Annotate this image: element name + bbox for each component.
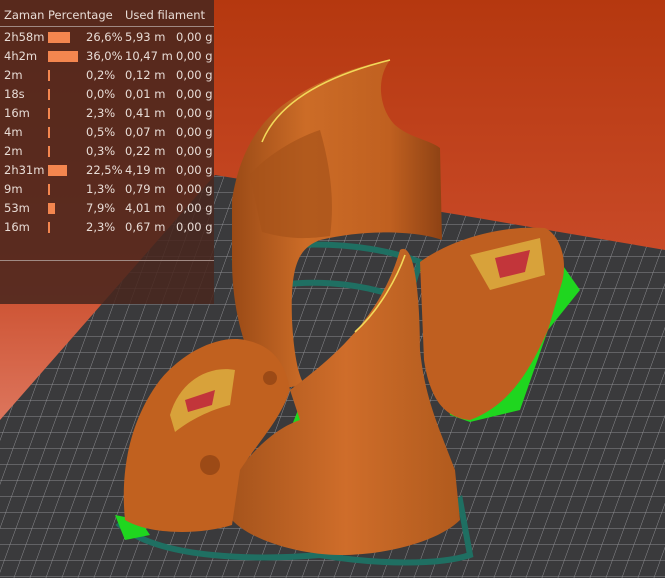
row-weight: 0,00 g — [176, 220, 213, 234]
row-percentage: 7,9% — [86, 201, 116, 215]
row-weight: 0,00 g — [176, 182, 213, 196]
row-weight: 0,00 g — [176, 163, 213, 177]
legend-row: 2m 0,3% 0,22 m 0,00 g — [0, 142, 214, 161]
row-percentage: 36,0% — [86, 49, 123, 63]
row-percentage-bar — [48, 51, 78, 62]
row-time: 2h31m — [4, 163, 45, 177]
row-weight: 0,00 g — [176, 201, 213, 215]
row-length: 0,07 m — [125, 125, 166, 139]
row-percentage-bar — [48, 222, 50, 233]
legend-row: 18s 0,0% 0,01 m 0,00 g — [0, 85, 214, 104]
row-percentage: 26,6% — [86, 30, 123, 44]
row-percentage: 22,5% — [86, 163, 123, 177]
row-length: 0,67 m — [125, 220, 166, 234]
row-percentage: 0,3% — [86, 144, 116, 158]
row-weight: 0,00 g — [176, 125, 213, 139]
row-time: 2m — [4, 68, 23, 82]
header-used-filament: Used filament — [125, 8, 206, 22]
legend-row: 2m 0,2% 0,12 m 0,00 g — [0, 66, 214, 85]
row-time: 9m — [4, 182, 23, 196]
row-time: 2m — [4, 144, 23, 158]
row-length: 5,93 m — [125, 30, 166, 44]
row-percentage-bar — [48, 203, 55, 214]
row-percentage: 1,3% — [86, 182, 116, 196]
row-percentage: 0,2% — [86, 68, 116, 82]
row-percentage-bar — [48, 108, 50, 119]
header-percentage: Percentage — [48, 8, 113, 22]
row-weight: 0,00 g — [176, 144, 213, 158]
legend-row: 4m 0,5% 0,07 m 0,00 g — [0, 123, 214, 142]
row-length: 4,19 m — [125, 163, 166, 177]
model-detail — [263, 371, 277, 385]
row-time: 4m — [4, 125, 23, 139]
row-percentage: 0,0% — [86, 87, 116, 101]
legend-row: 2h31m 22,5% 4,19 m 0,00 g — [0, 161, 214, 180]
legend-row: 9m 1,3% 0,79 m 0,00 g — [0, 180, 214, 199]
row-percentage: 2,3% — [86, 220, 116, 234]
row-time: 16m — [4, 220, 30, 234]
legend-rows: 2h58m 26,6% 5,93 m 0,00 g 4h2m 36,0% 10,47 m 0,… — [0, 28, 214, 237]
header-time: Zaman — [4, 8, 45, 22]
row-length: 0,41 m — [125, 106, 166, 120]
legend-row: 4h2m 36,0% 10,47 m 0,00 g — [0, 47, 214, 66]
row-length: 0,12 m — [125, 68, 166, 82]
legend-header: Zaman Percentage Used filament — [0, 8, 214, 24]
row-weight: 0,00 g — [176, 30, 213, 44]
row-percentage-bar — [48, 184, 50, 195]
row-weight: 0,00 g — [176, 49, 213, 63]
model-detail — [200, 455, 220, 475]
row-percentage-bar — [48, 165, 67, 176]
row-time: 2h58m — [4, 30, 45, 44]
row-percentage: 2,3% — [86, 106, 116, 120]
row-time: 16m — [4, 106, 30, 120]
row-time: 18s — [4, 87, 25, 101]
legend-row: 16m 2,3% 0,41 m 0,00 g — [0, 104, 214, 123]
legend-row: 16m 2,3% 0,67 m 0,00 g — [0, 218, 214, 237]
row-percentage: 0,5% — [86, 125, 116, 139]
row-percentage-bar — [48, 127, 50, 138]
legend-separator — [0, 26, 214, 27]
row-percentage-bar — [48, 146, 50, 157]
legend-separator — [0, 260, 214, 261]
row-time: 4h2m — [4, 49, 38, 63]
row-percentage-bar — [48, 89, 50, 100]
row-percentage-bar — [48, 32, 71, 43]
row-time: 53m — [4, 201, 30, 215]
row-percentage-bar — [48, 70, 50, 81]
row-weight: 0,00 g — [176, 68, 213, 82]
row-length: 4,01 m — [125, 201, 166, 215]
legend-row: 53m 7,9% 4,01 m 0,00 g — [0, 199, 214, 218]
row-length: 0,79 m — [125, 182, 166, 196]
legend-panel: Zaman Percentage Used filament 2h58m 26,6… — [0, 0, 214, 304]
row-length: 0,01 m — [125, 87, 166, 101]
row-weight: 0,00 g — [176, 87, 213, 101]
row-length: 0,22 m — [125, 144, 166, 158]
legend-row: 2h58m 26,6% 5,93 m 0,00 g — [0, 28, 214, 47]
row-weight: 0,00 g — [176, 106, 213, 120]
row-length: 10,47 m — [125, 49, 173, 63]
